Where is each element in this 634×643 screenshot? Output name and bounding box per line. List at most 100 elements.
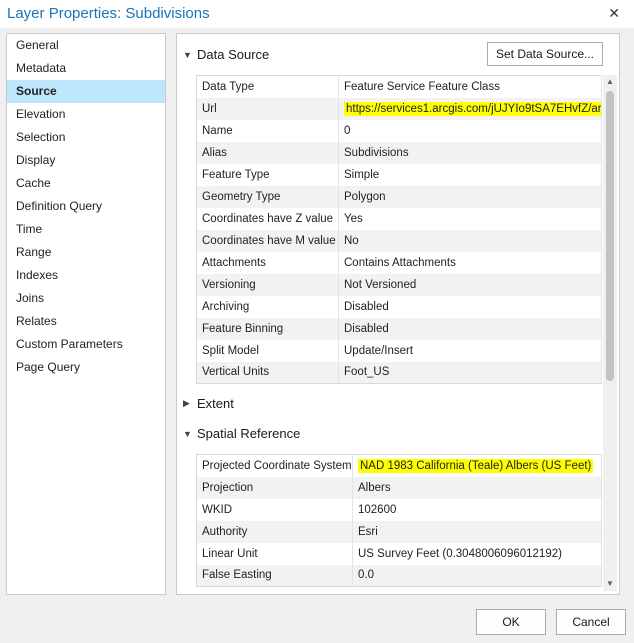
table-row[interactable]: Split Model Update/Insert: [196, 339, 602, 362]
sidebar-item-label: General: [16, 38, 59, 52]
property-name: Archiving: [196, 295, 339, 318]
title-bar: Layer Properties: Subdivisions ✕: [0, 0, 634, 28]
sidebar-item-label: Definition Query: [16, 199, 103, 213]
property-value: Esri: [352, 520, 602, 543]
sidebar-item-source[interactable]: Source: [7, 80, 165, 103]
sidebar-item-page-query[interactable]: Page Query: [7, 356, 165, 379]
property-name: False Easting: [196, 564, 353, 587]
table-row[interactable]: Versioning Not Versioned: [196, 273, 602, 296]
ok-button[interactable]: OK: [476, 609, 546, 635]
sidebar-item-joins[interactable]: Joins: [7, 287, 165, 310]
property-name: Projection: [196, 476, 353, 499]
table-row[interactable]: Vertical Units Foot_US: [196, 361, 602, 384]
sidebar-item-label: Range: [16, 245, 52, 259]
property-name: Vertical Units: [196, 361, 339, 384]
property-value: Albers: [352, 476, 602, 499]
property-value: US Survey Feet (0.3048006096012192): [352, 542, 602, 565]
sidebar-item-label: Elevation: [16, 107, 66, 121]
property-name: Split Model: [196, 339, 339, 362]
sidebar: General Metadata Source Elevation Selection D…: [6, 33, 166, 595]
sidebar-item-custom-parameters[interactable]: Custom Parameters: [7, 333, 165, 356]
property-value: 0: [338, 119, 602, 142]
table-row[interactable]: Projection Albers: [196, 476, 602, 499]
spatial-reference-title: Spatial Reference: [197, 426, 301, 441]
sidebar-item-elevation[interactable]: Elevation: [7, 103, 165, 126]
table-row[interactable]: Projected Coordinate System NAD 1983 Cali…: [196, 454, 602, 477]
property-value: 102600: [352, 498, 602, 521]
property-value: Contains Attachments: [338, 251, 602, 274]
close-icon[interactable]: ✕: [608, 6, 620, 20]
table-row[interactable]: Authority Esri: [196, 520, 602, 543]
sidebar-item-range[interactable]: Range: [7, 241, 165, 264]
property-value: NAD 1983 California (Teale) Albers (US F…: [352, 454, 602, 477]
property-name: Url: [196, 97, 339, 120]
spatial-reference-header[interactable]: ▼ Spatial Reference: [183, 426, 300, 441]
sidebar-item-label: Display: [16, 153, 56, 167]
chevron-right-icon: ▶: [183, 398, 190, 408]
sidebar-item-label: Relates: [16, 314, 57, 328]
highlighted-value: https://services1.arcgis.com/jUJYIo9tSA7…: [344, 101, 601, 116]
property-name: Linear Unit: [196, 542, 353, 565]
property-value: Disabled: [338, 295, 602, 318]
sidebar-item-selection[interactable]: Selection: [7, 126, 165, 149]
table-row[interactable]: Feature Binning Disabled: [196, 317, 602, 340]
extent-header[interactable]: ▶ Extent: [183, 396, 234, 411]
set-data-source-button[interactable]: Set Data Source...: [487, 42, 603, 66]
table-row[interactable]: False Easting 0.0: [196, 564, 602, 587]
sidebar-item-definition-query[interactable]: Definition Query: [7, 195, 165, 218]
table-row[interactable]: Geometry Type Polygon: [196, 185, 602, 208]
sidebar-item-metadata[interactable]: Metadata: [7, 57, 165, 80]
property-name: Authority: [196, 520, 353, 543]
sidebar-item-relates[interactable]: Relates: [7, 310, 165, 333]
data-source-table: Data Type Feature Service Feature Class Ur…: [196, 75, 602, 384]
table-row[interactable]: Linear Unit US Survey Feet (0.30480060960…: [196, 542, 602, 565]
property-name: Name: [196, 119, 339, 142]
table-row[interactable]: Data Type Feature Service Feature Class: [196, 75, 602, 98]
table-row[interactable]: Feature Type Simple: [196, 163, 602, 186]
table-row[interactable]: Url https://services1.arcgis.com/jUJYIo9t…: [196, 97, 602, 120]
scroll-thumb[interactable]: [606, 91, 614, 381]
highlighted-value: NAD 1983 California (Teale) Albers (US F…: [358, 458, 594, 473]
property-name: WKID: [196, 498, 353, 521]
property-name: Versioning: [196, 273, 339, 296]
sidebar-item-general[interactable]: General: [7, 34, 165, 57]
table-row[interactable]: Name 0: [196, 119, 602, 142]
sidebar-item-display[interactable]: Display: [7, 149, 165, 172]
table-row[interactable]: Coordinates have Z value Yes: [196, 207, 602, 230]
table-row[interactable]: Alias Subdivisions: [196, 141, 602, 164]
table-row[interactable]: Coordinates have M value No: [196, 229, 602, 252]
property-value: 0.0: [352, 564, 602, 587]
sidebar-item-label: Cache: [16, 176, 51, 190]
sidebar-item-label: Time: [16, 222, 43, 236]
sidebar-item-label: Source: [16, 84, 57, 98]
sidebar-item-cache[interactable]: Cache: [7, 172, 165, 195]
sidebar-item-label: Joins: [16, 291, 45, 305]
sidebar-item-indexes[interactable]: Indexes: [7, 264, 165, 287]
sidebar-item-time[interactable]: Time: [7, 218, 165, 241]
property-name: Alias: [196, 141, 339, 164]
property-value: Foot_US: [338, 361, 602, 384]
cancel-button[interactable]: Cancel: [556, 609, 626, 635]
scroll-down-icon[interactable]: ▼: [603, 577, 617, 591]
property-name: Data Type: [196, 75, 339, 98]
property-value: Simple: [338, 163, 602, 186]
property-value: Subdivisions: [338, 141, 602, 164]
chevron-down-icon: ▼: [183, 428, 192, 439]
property-name: Coordinates have M value: [196, 229, 339, 252]
property-name: Feature Type: [196, 163, 339, 186]
table-row[interactable]: Attachments Contains Attachments: [196, 251, 602, 274]
property-name: Attachments: [196, 251, 339, 274]
data-source-title: Data Source: [197, 47, 270, 62]
sidebar-item-label: Selection: [16, 130, 66, 144]
property-name: Projected Coordinate System: [196, 454, 353, 477]
table-row[interactable]: Archiving Disabled: [196, 295, 602, 318]
property-value: Polygon: [338, 185, 602, 208]
dialog-body: General Metadata Source Elevation Selection D…: [0, 28, 634, 643]
property-value: Disabled: [338, 317, 602, 340]
table-row[interactable]: WKID 102600: [196, 498, 602, 521]
vertical-scrollbar[interactable]: ▲ ▼: [603, 75, 617, 591]
data-source-header[interactable]: ▼ Data Source: [183, 47, 269, 62]
properties-panel: ▼ Data Source Set Data Source... Data Ty…: [176, 33, 620, 595]
sidebar-item-label: Custom Parameters: [16, 337, 123, 351]
scroll-up-icon[interactable]: ▲: [603, 75, 617, 89]
